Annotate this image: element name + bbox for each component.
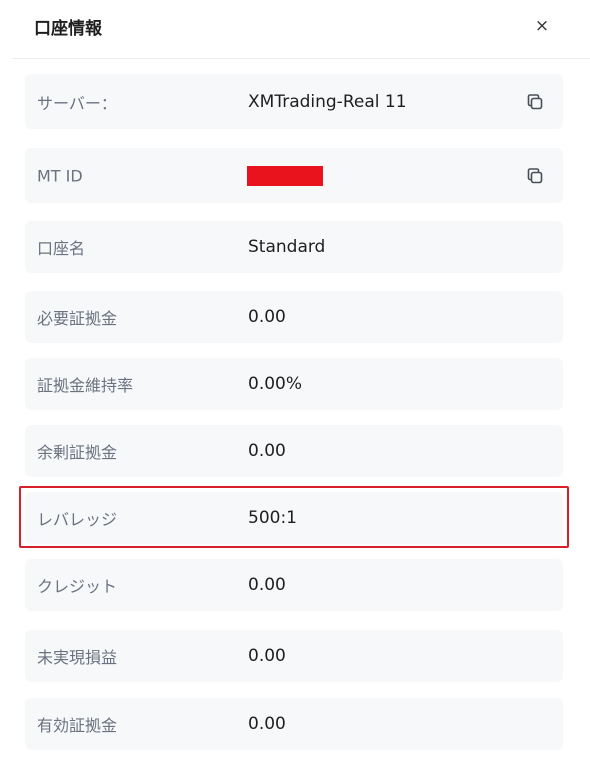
row-label: 未実現損益 — [37, 648, 118, 667]
row-value: 500:1 — [248, 508, 297, 528]
row-label: MT ID — [37, 166, 83, 185]
row-label: 余剰証拠金 — [37, 443, 118, 462]
row-value: 0.00% — [248, 374, 303, 394]
row-value: 0.00 — [248, 307, 286, 327]
row-leverage: レバレッジ 500:1 — [25, 492, 563, 544]
row-value: 0.00 — [248, 441, 286, 461]
row-label: サーバー： — [37, 93, 117, 113]
row-value: 0.00 — [248, 575, 286, 595]
row-value: XMTrading-Real 11 — [248, 91, 407, 112]
row-label: レバレッジ — [37, 510, 118, 529]
copy-icon[interactable] — [525, 92, 545, 112]
row-equity: 有効証拠金 0.00 — [25, 698, 563, 750]
row-label: 証拠金維持率 — [37, 376, 134, 395]
row-free-margin: 余剰証拠金 0.00 — [25, 425, 563, 477]
row-required-margin: 必要証拠金 0.00 — [25, 291, 563, 343]
row-value: 0.00 — [248, 714, 286, 734]
row-account-name: 口座名 Standard — [25, 221, 563, 273]
row-server: サーバー： XMTrading-Real 11 — [25, 74, 563, 129]
row-label: 必要証拠金 — [37, 309, 118, 328]
copy-icon[interactable] — [525, 166, 545, 186]
row-label: 口座名 — [37, 239, 86, 258]
account-info-list: サーバー： XMTrading-Real 11 MT ID 口座名 Standa… — [0, 0, 590, 760]
row-label: クレジット — [37, 577, 118, 596]
row-value: 0.00 — [248, 646, 286, 666]
account-info-panel: 口座情報 × サーバー： XMTrading-Real 11 MT ID 口座名… — [0, 0, 590, 760]
row-margin-level: 証拠金維持率 0.00% — [25, 358, 563, 410]
row-credit: クレジット 0.00 — [25, 559, 563, 611]
row-unrealized-pl: 未実現損益 0.00 — [25, 630, 563, 682]
row-label: 有効証拠金 — [37, 716, 118, 735]
row-mt-id: MT ID — [25, 148, 563, 203]
row-value: Standard — [248, 237, 326, 257]
redacted-value — [247, 165, 323, 186]
